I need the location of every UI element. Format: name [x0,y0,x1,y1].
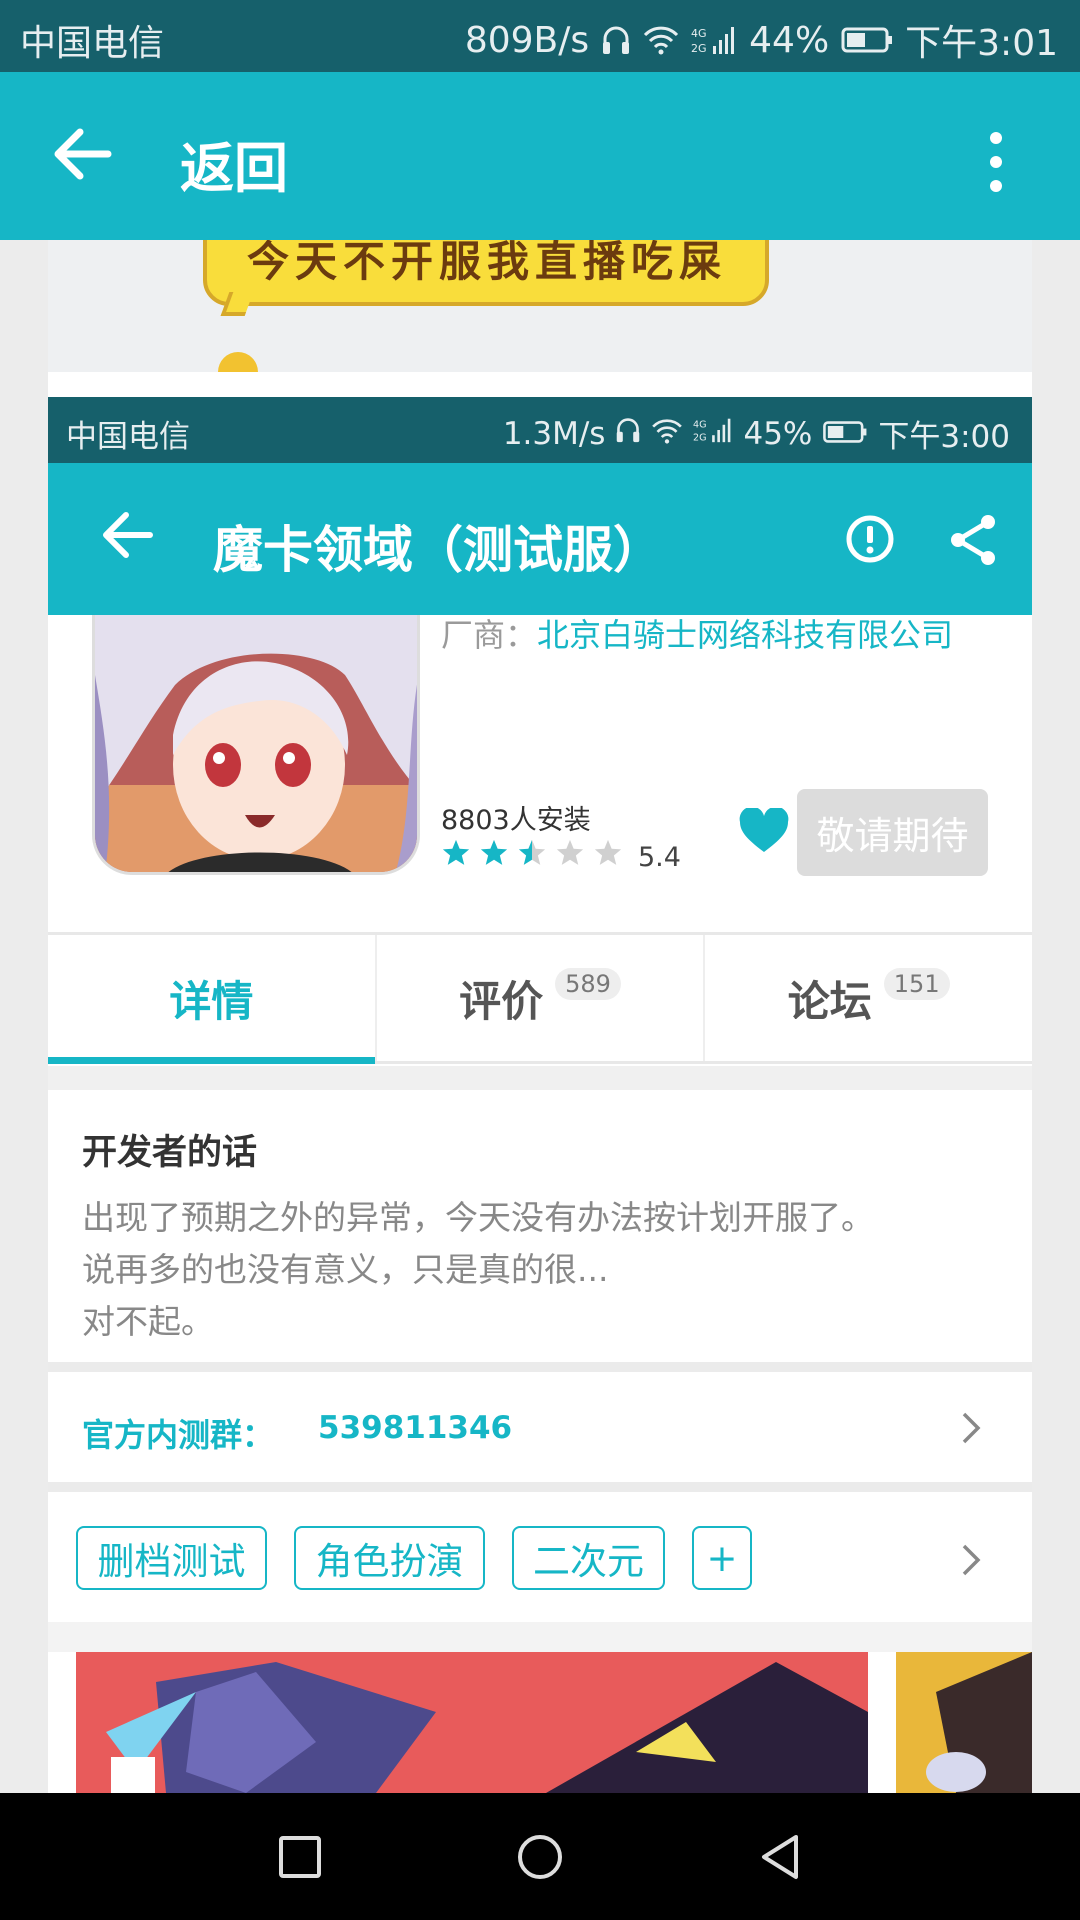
network-speed: 809B/s [464,19,590,61]
banner-text: 今天不开服我直播吃屎 [247,240,728,286]
back-arrow-icon[interactable] [100,507,156,563]
star-empty-icon [556,839,584,865]
developer-line: 说再多的也没有意义，只是真的很... [82,1250,609,1289]
group-label: 官方内测群： [82,1416,275,1454]
add-tag-button[interactable]: + [692,1526,752,1590]
banner-strip: 今天不开服我直播吃屎 [48,240,1032,372]
wifi-icon [651,416,683,452]
developer-line: 出现了预期之外的异常，今天没有办法按计划开服了。 [82,1198,874,1237]
chevron-right-icon[interactable] [960,1542,984,1578]
game-title: 魔卡领域（测试服） [213,521,663,579]
divider [48,1482,1032,1492]
rating-stars [441,838,623,868]
headphones-icon [601,24,631,56]
speech-bubble: 今天不开服我直播吃屎 [203,240,769,316]
tag-chip[interactable]: 角色扮演 [294,1526,485,1590]
svg-text:4G: 4G [693,419,706,430]
developer-line: 对不起。 [82,1302,214,1341]
divider [48,1622,1032,1652]
divider [48,1362,1032,1372]
group-number: 539811346 [318,1410,513,1446]
more-vert-icon[interactable] [978,122,1014,202]
back-arrow-icon[interactable] [48,118,128,190]
signal-icon: 4G 2G [691,24,737,56]
developer-message[interactable]: 出现了预期之外的异常，今天没有办法按计划开服了。 说再多的也没有意义，只是真的很… [82,1192,1002,1348]
wifi-icon [643,25,679,55]
tab-details[interactable]: 详情 [48,935,377,1064]
battery-icon [822,416,868,452]
recent-apps-icon[interactable] [276,1833,324,1881]
battery-icon [841,26,893,54]
emoji-peek [218,352,258,372]
inner-status-bar: 中国电信 1.3M/s 4G 2G 45% 下午3:00 [48,397,1032,463]
clock: 下午3:01 [905,23,1058,64]
game-app-bar: 魔卡领域（测试服） [48,463,1032,615]
vendor-label: 厂商： [441,616,538,654]
vendor-line: 厂商：北京白骑士网络科技有限公司 [441,610,953,656]
game-icon-image [92,615,420,875]
bubble-tail [220,292,254,316]
star-empty-icon [594,839,622,865]
tab-bar: 详情 评价 589 论坛 151 [48,932,1032,1064]
svg-text:4G: 4G [691,27,707,40]
battery-percent: 45% [743,415,813,452]
tab-label: 详情 [169,976,254,1026]
battery-percent: 44% [749,19,830,61]
developer-heading: 开发者的话 [82,1133,258,1173]
tag-chip[interactable]: 二次元 [512,1526,665,1590]
clock: 下午3:00 [878,419,1010,455]
tag-list: 删档测试 角色扮演 二次元 + [76,1526,752,1590]
tab-label: 评价 [459,976,544,1026]
count-badge: 151 [883,968,950,1000]
divider [48,1066,1032,1090]
back-triangle-icon[interactable] [756,1833,804,1881]
tag-chip[interactable]: 删档测试 [76,1526,267,1590]
heart-icon[interactable] [738,806,790,854]
rating-score: 5.4 [638,842,681,873]
app-bar: 返回 [0,72,1080,240]
page-title: 返回 [180,137,288,200]
game-screenshot[interactable] [896,1652,1032,1793]
star-half-icon [518,839,546,865]
count-badge: 589 [555,968,621,1000]
tab-label: 论坛 [787,976,872,1026]
test-group-row[interactable]: 官方内测群： 539811346 [48,1372,1032,1482]
expect-button[interactable]: 敬请期待 [797,789,988,876]
star-icon [480,839,508,865]
tab-reviews[interactable]: 评价 589 [377,935,706,1061]
vendor-link[interactable]: 北京白骑士网络科技有限公司 [537,616,953,654]
carrier-label: 中国电信 [20,23,165,64]
headphones-icon [615,416,641,452]
tab-forum[interactable]: 论坛 151 [705,935,1032,1061]
svg-text:2G: 2G [691,42,707,55]
signal-icon: 4G 2G [693,416,733,452]
status-bar: 中国电信 809B/s 4G 2G 44% 下午3:01 [0,0,1080,72]
navigation-bar [0,1793,1080,1920]
svg-text:2G: 2G [693,432,706,443]
share-icon[interactable] [948,513,998,567]
exclamation-circle-icon[interactable] [844,513,896,565]
carrier-label: 中国电信 [66,419,190,455]
network-speed: 1.3M/s [502,415,606,452]
screen: { "outer_status": { "carrier": "中国电信", "… [0,0,1080,1920]
home-icon[interactable] [516,1833,564,1881]
star-icon [442,839,470,865]
chevron-right-icon [962,1412,981,1444]
game-screenshot[interactable] [76,1652,868,1793]
install-count: 8803人安装 [441,805,591,836]
